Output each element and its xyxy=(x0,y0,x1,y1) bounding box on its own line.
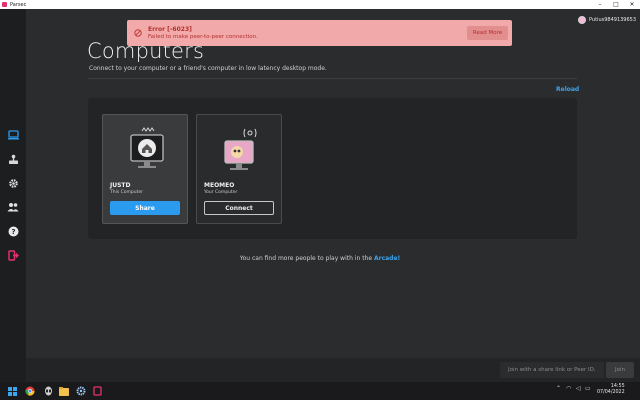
computer-name: JUSTD xyxy=(110,182,131,189)
arcade-link[interactable]: Arcade! xyxy=(374,255,400,262)
parsec-icon[interactable] xyxy=(91,385,103,397)
sidebar-item-help[interactable]: ? xyxy=(5,223,21,239)
users-icon xyxy=(7,203,19,212)
avatar xyxy=(578,16,586,24)
help-icon: ? xyxy=(8,226,18,236)
tray-chevron-icon[interactable]: ⌃ xyxy=(556,385,561,392)
arcade-note: You can find more people to play with in… xyxy=(0,255,640,262)
clock-date: 07/04/2022 xyxy=(597,390,625,395)
divider xyxy=(88,78,577,79)
settings-app-icon[interactable] xyxy=(75,385,87,397)
share-button[interactable]: Share xyxy=(110,201,180,215)
error-toast: Error [-6023] Failed to make peer-to-pee… xyxy=(127,20,512,46)
gear-icon xyxy=(8,178,18,188)
computer-card-justd[interactable]: JUSTD This Computer Share xyxy=(102,114,188,224)
read-more-button[interactable]: Read More xyxy=(467,26,508,40)
volume-icon[interactable]: ◁ xyxy=(576,385,581,392)
join-button[interactable]: Join xyxy=(606,362,634,378)
window-controls: – □ ✕ xyxy=(592,0,640,9)
svg-text:?: ? xyxy=(11,228,15,236)
windows-start-icon[interactable] xyxy=(6,385,18,397)
chrome-icon[interactable] xyxy=(24,385,36,397)
sidebar-item-friends[interactable] xyxy=(5,199,21,215)
computer-description: Your Computer xyxy=(204,190,238,195)
minimize-button[interactable]: – xyxy=(592,0,608,9)
home-monitor-icon xyxy=(130,127,164,168)
window-title: Parsec xyxy=(10,1,27,8)
alien-icon[interactable] xyxy=(42,385,54,397)
parsec-logo-icon xyxy=(2,2,7,7)
arcade-note-text: You can find more people to play with in… xyxy=(239,255,373,262)
sidebar: ? xyxy=(0,9,26,382)
monitor-icon xyxy=(7,130,19,140)
close-button[interactable]: ✕ xyxy=(624,0,640,9)
sidebar-item-computers[interactable] xyxy=(5,127,21,143)
account-menu[interactable]: Putius9849139653 xyxy=(578,16,636,24)
error-message: Failed to make peer-to-peer connection. xyxy=(148,34,258,40)
file-explorer-icon[interactable] xyxy=(58,385,70,397)
taskbar: ⌃ ◠ ◁ ▭ 14:55 07/04/2022 xyxy=(0,382,640,400)
computer-description: This Computer xyxy=(110,190,143,195)
maximize-button[interactable]: □ xyxy=(608,0,624,9)
computer-card-meomeo[interactable]: MEOMEO Your Computer Connect xyxy=(196,114,282,224)
page-subtitle: Connect to your computer or a friend's c… xyxy=(89,65,327,72)
battery-icon[interactable]: ▭ xyxy=(585,385,591,392)
sidebar-item-settings[interactable] xyxy=(5,175,21,191)
error-icon xyxy=(134,29,142,37)
wifi-icon[interactable]: ◠ xyxy=(566,385,571,392)
reload-button[interactable]: Reload xyxy=(556,86,579,93)
title-bar: Parsec – □ ✕ xyxy=(0,0,640,9)
peer-id-input[interactable] xyxy=(500,362,604,378)
computer-name: MEOMEO xyxy=(204,182,235,189)
connect-button[interactable]: Connect xyxy=(204,201,274,215)
error-title: Error [-6023] xyxy=(148,26,192,33)
account-username: Putius9849139653 xyxy=(589,17,637,23)
sidebar-item-arcade[interactable] xyxy=(5,151,21,167)
clock[interactable]: 14:55 07/04/2022 xyxy=(597,384,625,396)
streaming-monitor-icon xyxy=(224,128,257,170)
arcade-icon xyxy=(8,154,18,164)
